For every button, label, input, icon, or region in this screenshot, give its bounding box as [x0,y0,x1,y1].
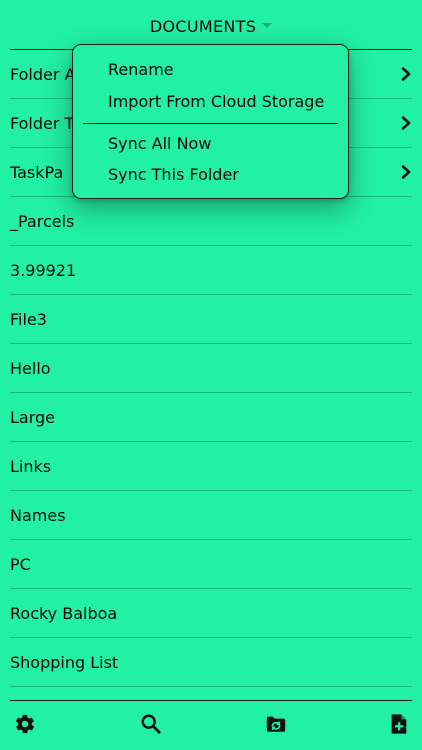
chevron-right-icon [401,165,411,179]
settings-button[interactable] [13,712,37,736]
list-item-3-99921[interactable]: 3.99921 [10,246,412,295]
menu-divider [83,123,338,124]
list-item-label: PC [10,554,31,574]
list-item-label: _Parcels [10,211,75,231]
header: DOCUMENTS [0,0,422,50]
list-item-label: Folder A [10,64,76,84]
toolbar-divider [10,700,412,701]
list-item-label: Shopping List [10,652,119,672]
list-item-label: File3 [10,309,47,329]
menu-item-rename[interactable]: Rename [108,58,174,82]
list-item-label: Folder T [10,113,75,133]
menu-item-sync-this-folder[interactable]: Sync This Folder [108,163,239,187]
search-button[interactable] [139,712,163,736]
chevron-right-icon [401,116,411,130]
list-item-label: Hello [10,358,51,378]
list-item-links[interactable]: Links [10,442,412,491]
header-title[interactable]: DOCUMENTS [150,17,256,36]
list-item-names[interactable]: Names [10,491,412,540]
list-item-file3[interactable]: File3 [10,295,412,344]
list-item-label: Large [10,407,56,427]
new-document-icon [391,714,407,734]
list-item-label: Links [10,456,52,476]
list-item-rocky-balboa[interactable]: Rocky Balboa [10,589,412,638]
gear-icon [15,714,35,734]
folder-sync-button[interactable] [264,712,288,736]
documents-dropdown-menu: Rename Import From Cloud Storage Sync Al… [72,44,349,199]
list-item-label: Names [10,505,66,525]
list-item-large[interactable]: Large [10,393,412,442]
search-icon [141,714,161,734]
bottom-toolbar [0,700,422,750]
folder-sync-icon [266,716,286,732]
list-item-hello[interactable]: Hello [10,344,412,393]
list-item-shopping-list[interactable]: Shopping List [10,638,412,687]
list-item-label: TaskPa [10,162,64,182]
list-item-parcels[interactable]: _Parcels [10,197,412,246]
menu-item-import-cloud-storage[interactable]: Import From Cloud Storage [108,90,324,114]
list-item-pc[interactable]: PC [10,540,412,589]
menu-item-sync-all-now[interactable]: Sync All Now [108,132,211,156]
new-document-button[interactable] [387,712,411,736]
list-item-label: Rocky Balboa [10,603,118,623]
list-item-label: 3.99921 [10,260,77,280]
dropdown-caret-icon[interactable] [262,22,273,28]
chevron-right-icon [401,67,411,81]
